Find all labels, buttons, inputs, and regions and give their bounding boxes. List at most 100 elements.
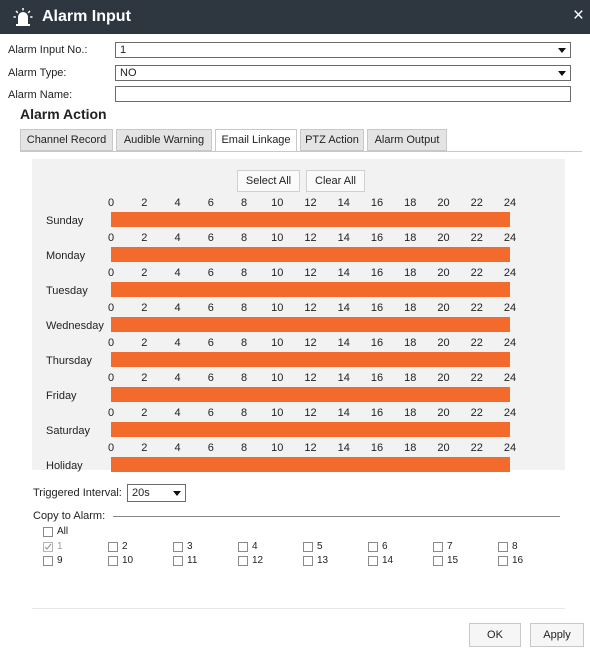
tab-alarm-output[interactable]: Alarm Output — [367, 129, 447, 151]
hour-tick-label: 16 — [370, 372, 384, 384]
hour-tick-label: 2 — [141, 302, 148, 314]
channel-checkbox[interactable] — [43, 556, 53, 566]
channel-checkbox-label: 14 — [382, 555, 394, 566]
hour-tick-label: 6 — [207, 267, 214, 279]
channel-checkbox-label: 6 — [382, 541, 388, 552]
hour-tick-label: 12 — [304, 407, 317, 419]
hour-tick-label: 4 — [174, 302, 181, 314]
hour-tick-label: 2 — [141, 337, 148, 349]
alarm-input-no-select[interactable]: 1 — [115, 42, 571, 58]
hour-tick-label: 20 — [437, 197, 450, 209]
triggered-interval-select[interactable]: 20s — [127, 484, 186, 502]
apply-button[interactable]: Apply — [530, 623, 584, 647]
channel-checkbox[interactable] — [108, 556, 118, 566]
hour-tick-label: 6 — [207, 407, 214, 419]
channel-checkbox[interactable] — [238, 556, 248, 566]
schedule-bar[interactable] — [111, 387, 510, 402]
channel-checkbox[interactable] — [303, 556, 313, 566]
clear-all-button[interactable]: Clear All — [306, 170, 365, 192]
channel-checkbox[interactable] — [368, 556, 378, 566]
all-checkbox[interactable] — [43, 527, 53, 537]
hour-tick-label: 16 — [370, 442, 384, 454]
tab-channel-record[interactable]: Channel Record — [20, 129, 113, 151]
hour-tick-label: 16 — [370, 302, 384, 314]
schedule-bar[interactable] — [111, 282, 510, 297]
channel-checkbox-label: 4 — [252, 541, 258, 552]
channel-checkbox[interactable] — [433, 542, 443, 552]
day-label: Thursday — [46, 355, 92, 367]
hour-tick-label: 18 — [404, 197, 417, 209]
hour-tick-label: 12 — [304, 337, 317, 349]
hour-tick-label: 14 — [337, 442, 350, 454]
hour-tick-label: 10 — [271, 372, 284, 384]
channel-checkbox-label: 9 — [57, 555, 63, 566]
hour-tick-label: 18 — [404, 232, 417, 244]
hour-tick-label: 22 — [470, 197, 483, 209]
schedule-bar[interactable] — [111, 317, 510, 332]
hour-tick-label: 4 — [174, 232, 181, 244]
window-titlebar: Alarm Input × — [0, 0, 590, 34]
channel-checkbox[interactable] — [173, 556, 183, 566]
bottom-divider — [32, 608, 565, 609]
hour-tick-label: 24 — [503, 407, 517, 419]
hour-tick-label: 4 — [174, 407, 181, 419]
select-all-button[interactable]: Select All — [237, 170, 300, 192]
channel-checkbox[interactable] — [433, 556, 443, 566]
hour-tick-label: 4 — [174, 372, 181, 384]
channel-checkbox[interactable] — [303, 542, 313, 552]
tab-audible-warning[interactable]: Audible Warning — [116, 129, 212, 151]
channel-checkbox-label: 2 — [122, 541, 128, 552]
channel-checkbox[interactable] — [108, 542, 118, 552]
day-label: Tuesday — [46, 285, 88, 297]
schedule-bar[interactable] — [111, 422, 510, 437]
channel-checkbox[interactable] — [368, 542, 378, 552]
day-label: Wednesday — [46, 320, 104, 332]
hour-tick-label: 20 — [437, 337, 450, 349]
hour-tick-label: 2 — [141, 372, 148, 384]
hour-tick-label: 8 — [240, 302, 248, 314]
schedule-bar[interactable] — [111, 352, 510, 367]
chevron-down-icon — [173, 491, 181, 496]
channel-checkbox[interactable] — [238, 542, 248, 552]
hour-tick-label: 24 — [503, 442, 517, 454]
hour-tick-label: 24 — [503, 232, 517, 244]
hour-tick-label: 22 — [470, 407, 483, 419]
channel-checkbox[interactable] — [43, 542, 53, 552]
channel-checkbox[interactable] — [498, 542, 508, 552]
hour-tick-label: 6 — [207, 232, 214, 244]
channel-checkbox[interactable] — [173, 542, 183, 552]
hour-tick-label: 12 — [304, 302, 317, 314]
alarm-name-input[interactable] — [115, 86, 571, 102]
hour-tick-label: 4 — [174, 337, 181, 349]
hour-tick-label: 22 — [470, 372, 483, 384]
hour-tick-label: 0 — [107, 407, 115, 419]
hour-tick-label: 16 — [370, 232, 384, 244]
channel-checkbox-label: 3 — [187, 541, 193, 552]
window-title: Alarm Input — [42, 8, 131, 25]
channel-checkbox[interactable] — [498, 556, 508, 566]
hour-tick-label: 0 — [107, 232, 115, 244]
tab-ptz-action[interactable]: PTZ Action — [300, 129, 364, 151]
hour-tick-label: 16 — [370, 267, 384, 279]
hour-tick-label: 6 — [207, 197, 214, 209]
alarm-action-heading: Alarm Action — [20, 106, 107, 122]
hour-tick-label: 22 — [470, 232, 483, 244]
hour-tick-label: 14 — [337, 232, 350, 244]
channel-checkbox-label: 7 — [447, 541, 453, 552]
copy-divider — [113, 516, 560, 517]
schedule-bar[interactable] — [111, 212, 510, 227]
hour-tick-label: 8 — [240, 337, 248, 349]
alarm-type-select[interactable]: NO — [115, 65, 571, 81]
channel-checkbox-label: 15 — [447, 555, 459, 566]
hour-tick-label: 24 — [503, 197, 517, 209]
hour-tick-label: 14 — [337, 337, 350, 349]
close-icon[interactable]: × — [573, 5, 584, 27]
ok-button[interactable]: OK — [469, 623, 521, 647]
hour-tick-label: 22 — [470, 302, 483, 314]
hour-tick-label: 0 — [107, 302, 115, 314]
tab-email-linkage[interactable]: Email Linkage — [215, 129, 297, 152]
schedule-bar[interactable] — [111, 457, 510, 472]
hour-tick-label: 2 — [141, 232, 148, 244]
schedule-bar[interactable] — [111, 247, 510, 262]
channel-checkbox-label: 8 — [512, 541, 518, 552]
